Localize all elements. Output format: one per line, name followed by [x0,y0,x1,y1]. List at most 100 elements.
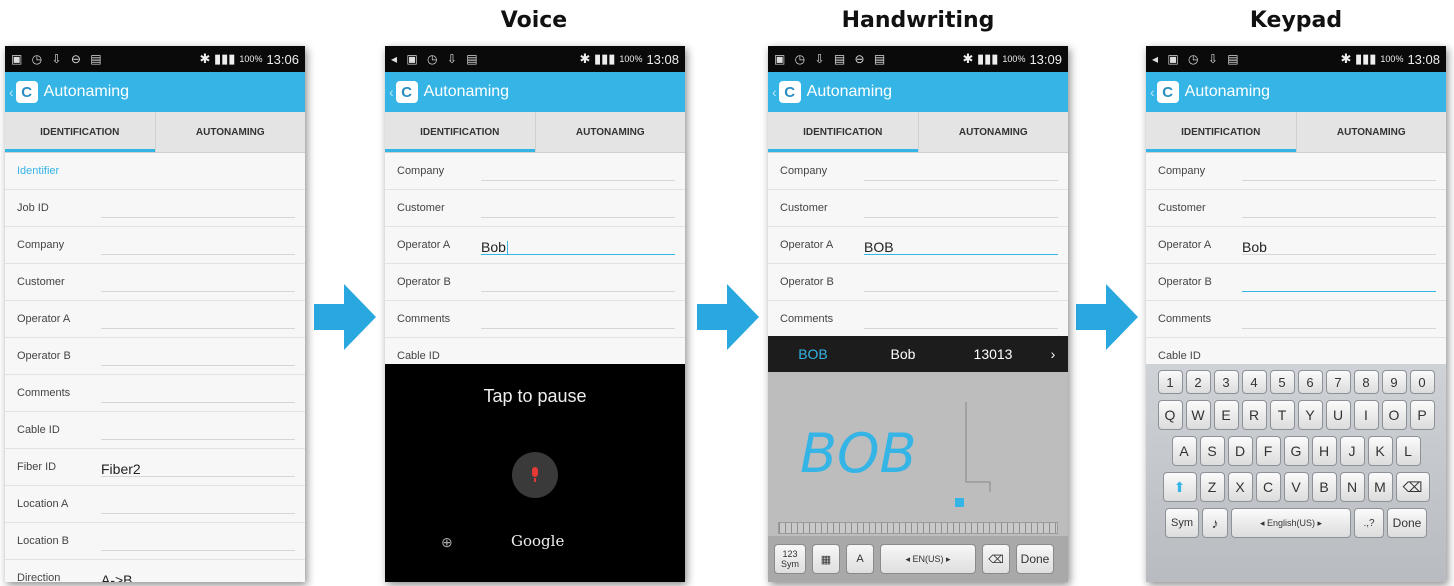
field-label: Operator A [1158,239,1212,251]
tab-identification[interactable]: IDENTIFICATION [385,112,535,152]
form-row: Customer [5,264,305,301]
form-row: Cable ID [5,412,305,449]
backspace-icon[interactable]: ⌫ [982,544,1010,574]
key-a[interactable]: A [1171,436,1197,466]
microphone-icon[interactable] [512,452,558,498]
key-9[interactable]: 9 [1381,370,1407,394]
language-spacebar[interactable]: ◂ EN(US) ▸ [880,544,976,574]
microphone-icon[interactable]: ♪ [1202,508,1228,538]
key-h[interactable]: H [1311,436,1337,466]
key-q[interactable]: Q [1157,400,1183,430]
key-p[interactable]: P [1409,400,1435,430]
keyboard-icon[interactable]: ▦ [812,544,840,574]
key-v[interactable]: V [1283,472,1309,502]
text-field[interactable]: Bob [1242,240,1436,255]
sym-key[interactable]: Sym [1165,508,1199,538]
key-1[interactable]: 1 [1157,370,1183,394]
tab-autonaming[interactable]: AUTONAMING [1295,112,1447,152]
key-d[interactable]: D [1227,436,1253,466]
key-b[interactable]: B [1311,472,1337,502]
key-5[interactable]: 5 [1269,370,1295,394]
key-n[interactable]: N [1339,472,1365,502]
back-icon[interactable]: ‹ [1150,84,1155,100]
tab-autonaming[interactable]: AUTONAMING [917,112,1069,152]
text-field[interactable] [481,277,675,292]
text-field[interactable] [864,203,1058,218]
text-field[interactable] [864,314,1058,329]
tab-identification[interactable]: IDENTIFICATION [768,112,918,152]
key-m[interactable]: M [1367,472,1393,502]
key-s[interactable]: S [1199,436,1225,466]
key-x[interactable]: X [1227,472,1253,502]
key-k[interactable]: K [1367,436,1393,466]
handwriting-mode-icon[interactable]: A [846,544,874,574]
key-o[interactable]: O [1381,400,1407,430]
field-label: Company [1158,165,1206,177]
text-field[interactable] [101,314,295,329]
key-c[interactable]: C [1255,472,1281,502]
symbols-key[interactable]: 123 Sym [774,544,806,574]
text-field[interactable] [864,166,1058,181]
key-f[interactable]: F [1255,436,1281,466]
key-l[interactable]: L [1395,436,1421,466]
key-r[interactable]: R [1241,400,1267,430]
key-t[interactable]: T [1269,400,1295,430]
text-field[interactable] [101,536,295,551]
key-u[interactable]: U [1325,400,1351,430]
suggestion-item[interactable]: Bob [858,346,948,362]
text-field[interactable]: Fiber2 [101,462,295,477]
text-field[interactable]: A->B [101,573,295,582]
key-0[interactable]: 0 [1409,370,1435,394]
back-icon[interactable]: ‹ [389,84,394,100]
back-icon[interactable]: ‹ [9,84,14,100]
key-8[interactable]: 8 [1353,370,1379,394]
text-field[interactable] [101,277,295,292]
key-7[interactable]: 7 [1325,370,1351,394]
key-6[interactable]: 6 [1297,370,1323,394]
text-field[interactable] [481,166,675,181]
text-field[interactable] [101,388,295,403]
language-spacebar[interactable]: ◂ English(US) ▸ [1231,508,1351,538]
title-voice: Voice [500,8,568,33]
key-w[interactable]: W [1185,400,1211,430]
form-row: Direction A->B [5,560,305,582]
back-icon[interactable]: ‹ [772,84,777,100]
shift-icon[interactable]: ⬆ [1162,472,1197,502]
text-field[interactable] [101,351,295,366]
chevron-right-icon[interactable]: › [1038,346,1068,362]
punctuation-key[interactable]: .,? [1354,508,1384,538]
text-field[interactable] [481,314,675,329]
key-z[interactable]: Z [1199,472,1225,502]
key-4[interactable]: 4 [1241,370,1267,394]
text-field[interactable] [1242,314,1436,329]
key-g[interactable]: G [1283,436,1309,466]
done-button[interactable]: Done [1387,508,1427,538]
key-i[interactable]: I [1353,400,1379,430]
globe-icon[interactable]: ⊕ [441,534,453,551]
text-field[interactable] [101,240,295,255]
key-2[interactable]: 2 [1185,370,1211,394]
text-field[interactable]: Bob [481,240,675,256]
text-field[interactable] [1242,203,1436,218]
text-field[interactable] [1242,277,1436,292]
text-field[interactable] [101,425,295,440]
text-field[interactable]: BOB [864,240,1058,255]
handwriting-pad[interactable]: BOB 123 Sym ▦ A ◂ EN(US) ▸ ⌫ Done [768,372,1068,582]
suggestion-item[interactable]: BOB [768,346,858,362]
text-field[interactable] [481,203,675,218]
tab-autonaming[interactable]: AUTONAMING [154,112,306,152]
text-field[interactable] [864,277,1058,292]
tab-identification[interactable]: IDENTIFICATION [1146,112,1296,152]
backspace-icon[interactable]: ⌫ [1395,472,1430,502]
key-j[interactable]: J [1339,436,1365,466]
key-3[interactable]: 3 [1213,370,1239,394]
text-field[interactable] [101,499,295,514]
done-button[interactable]: Done [1016,544,1054,574]
key-e[interactable]: E [1213,400,1239,430]
tab-autonaming[interactable]: AUTONAMING [534,112,686,152]
suggestion-item[interactable]: 13013 [948,346,1038,362]
text-field[interactable] [101,203,295,218]
key-y[interactable]: Y [1297,400,1323,430]
text-field[interactable] [1242,166,1436,181]
tab-identification[interactable]: IDENTIFICATION [5,112,155,152]
